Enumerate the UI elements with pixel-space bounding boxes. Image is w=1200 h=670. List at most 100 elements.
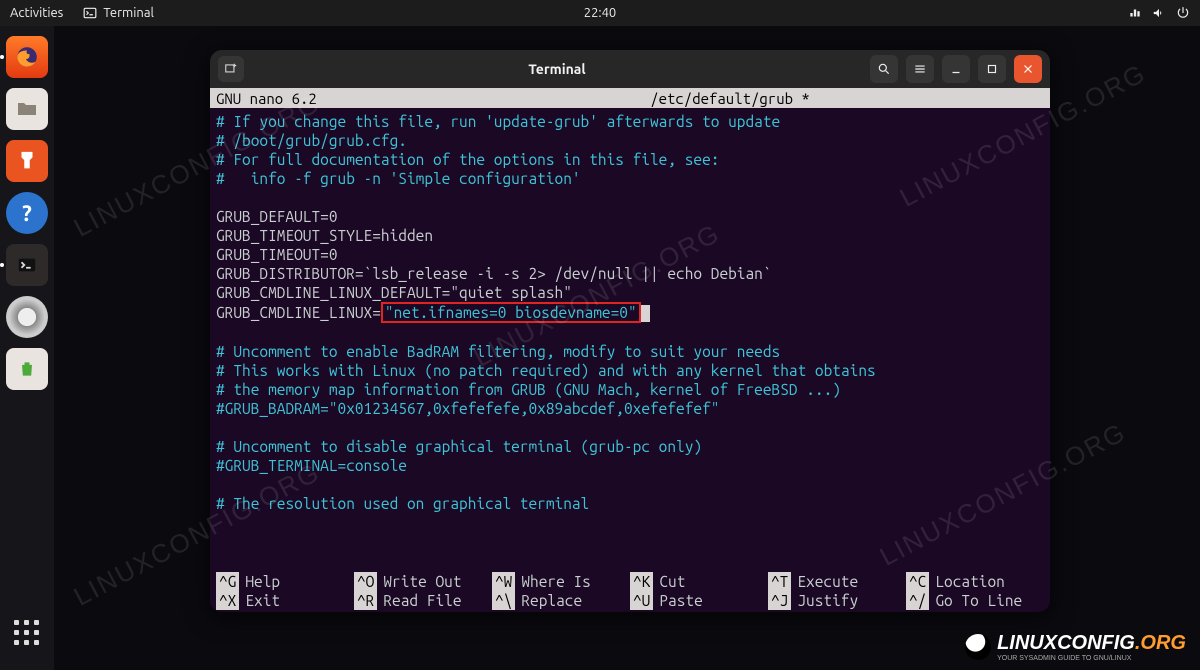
shortcut-label: Location <box>935 572 1004 591</box>
brand-name: LINUXCONFIG <box>997 632 1135 654</box>
app-menu[interactable]: Terminal <box>83 6 154 20</box>
nano-file-name: /etc/default/grub * <box>416 90 1044 107</box>
dock-firefox[interactable] <box>6 36 48 78</box>
editor-line: # Uncomment to enable BadRAM filtering, … <box>216 342 1044 361</box>
dock-disk[interactable] <box>6 296 48 338</box>
trash-icon <box>17 359 37 379</box>
volume-icon[interactable] <box>1152 6 1166 20</box>
dock-help[interactable]: ? <box>6 192 48 234</box>
editor-line: # The resolution used on graphical termi… <box>216 494 1044 513</box>
editor-line <box>216 475 1044 494</box>
network-icon[interactable] <box>1128 6 1142 20</box>
tux-icon <box>965 634 991 660</box>
grub-cmdline-prefix: GRUB_CMDLINE_LINUX= <box>216 304 381 321</box>
new-tab-button[interactable] <box>218 56 244 82</box>
nano-shortcut: ^X Exit <box>216 591 354 610</box>
shortcut-key: ^X <box>216 591 239 610</box>
shortcut-label: Help <box>245 572 280 591</box>
search-icon <box>877 62 891 76</box>
nano-shortcut: ^G Help <box>216 572 354 591</box>
brand-tagline: YOUR SYSADMIN GUIDE TO GNU/LINUX <box>997 655 1186 662</box>
shortcut-label: Read File <box>383 591 461 610</box>
nano-header-bar: GNU nano 6.2 /etc/default/grub * <box>210 88 1050 108</box>
shortcut-label: Where Is <box>521 572 590 591</box>
shortcut-label: Write Out <box>383 572 461 591</box>
editor-line: # the memory map information from GRUB (… <box>216 380 1044 399</box>
brand-suffix: .ORG <box>1135 632 1186 654</box>
editor-line: # This works with Linux (no patch requir… <box>216 361 1044 380</box>
editor-line <box>216 188 1044 207</box>
shortcut-label: Paste <box>659 591 702 610</box>
nano-shortcut: ^O Write Out <box>354 572 492 591</box>
nano-editor-body[interactable]: # If you change this file, run 'update-g… <box>210 108 1050 572</box>
search-button[interactable] <box>870 55 898 83</box>
clock[interactable]: 22:40 <box>584 6 617 20</box>
nano-shortcut: ^/Go To Line <box>906 591 1044 610</box>
dock-software[interactable] <box>6 140 48 182</box>
nano-shortcut: ^U Paste <box>630 591 768 610</box>
editor-line: # /boot/grub/grub.cfg. <box>216 131 1044 150</box>
files-icon <box>15 97 39 121</box>
editor-line: GRUB_TIMEOUT_STYLE=hidden <box>216 226 1044 245</box>
menu-button[interactable] <box>906 55 934 83</box>
activities-button[interactable]: Activities <box>10 6 63 20</box>
editor-line: GRUB_TIMEOUT=0 <box>216 245 1044 264</box>
shortcut-label: Cut <box>659 572 685 591</box>
dock-trash[interactable] <box>6 348 48 390</box>
branding-logo: LINUXCONFIG.ORG YOUR SYSADMIN GUIDE TO G… <box>965 632 1186 662</box>
app-menu-label: Terminal <box>103 6 154 20</box>
nano-shortcut: ^W Where Is <box>492 572 630 591</box>
dock-files[interactable] <box>6 88 48 130</box>
dock-apps[interactable] <box>6 612 48 654</box>
terminal-window: Terminal GNU nano 6.2 /etc/default/grub … <box>210 50 1050 612</box>
editor-line: # For full documentation of the options … <box>216 150 1044 169</box>
window-titlebar: Terminal <box>210 50 1050 88</box>
apps-grid-icon <box>14 620 40 646</box>
shortcut-key: ^U <box>630 591 653 610</box>
new-tab-icon <box>224 62 238 76</box>
terminal-icon <box>83 6 97 20</box>
nano-app-name: GNU nano 6.2 <box>216 90 416 107</box>
editor-line: GRUB_DISTRIBUTOR=`lsb_release -i -s 2> /… <box>216 264 1044 283</box>
nano-shortcut-bar: ^G Help ^O Write Out ^W Where Is ^K Cut ^TExecut… <box>210 572 1050 612</box>
shortcut-key: ^K <box>630 572 653 591</box>
shortcut-key: ^W <box>492 572 515 591</box>
dock-terminal[interactable] <box>6 244 48 286</box>
editor-line: # If you change this file, run 'update-g… <box>216 112 1044 131</box>
minimize-icon <box>949 62 963 76</box>
power-icon[interactable] <box>1176 6 1190 20</box>
nano-shortcut: ^K Cut <box>630 572 768 591</box>
software-icon <box>16 150 38 172</box>
nano-shortcut: ^TExecute <box>768 572 906 591</box>
nano-shortcut: ^C Location <box>906 572 1044 591</box>
shortcut-key: ^G <box>216 572 239 591</box>
shortcut-label: Exit <box>245 591 280 610</box>
editor-line <box>216 323 1044 342</box>
highlighted-line: GRUB_CMDLINE_LINUX="net.ifnames=0 biosde… <box>216 302 1044 323</box>
nano-shortcut: ^JJustify <box>768 591 906 610</box>
minimize-button[interactable] <box>942 55 970 83</box>
help-icon: ? <box>22 201 32 226</box>
shortcut-key: ^R <box>354 591 377 610</box>
hamburger-icon <box>913 62 927 76</box>
highlight-box: "net.ifnames=0 biosdevname=0" <box>381 302 641 323</box>
firefox-icon <box>14 44 40 70</box>
maximize-button[interactable] <box>978 55 1006 83</box>
text-cursor <box>641 305 650 322</box>
gnome-topbar: Activities Terminal 22:40 <box>0 0 1200 26</box>
shortcut-key: ^O <box>354 572 377 591</box>
close-icon <box>1021 62 1035 76</box>
editor-line <box>216 418 1044 437</box>
editor-line: GRUB_CMDLINE_LINUX_DEFAULT="quiet splash… <box>216 283 1044 302</box>
close-button[interactable] <box>1014 55 1042 83</box>
editor-line: # info -f grub -n 'Simple configuration' <box>216 169 1044 188</box>
editor-line: #GRUB_BADRAM="0x01234567,0xfefefefe,0x89… <box>216 399 1044 418</box>
shortcut-key: ^J <box>768 591 791 610</box>
nano-shortcut: ^R Read File <box>354 591 492 610</box>
dock: ? <box>0 26 54 670</box>
shortcut-label: Execute <box>797 572 858 591</box>
editor-line: # Uncomment to disable graphical termina… <box>216 437 1044 456</box>
shortcut-key: ^C <box>906 572 929 591</box>
terminal-dock-icon <box>16 254 38 276</box>
maximize-icon <box>985 62 999 76</box>
